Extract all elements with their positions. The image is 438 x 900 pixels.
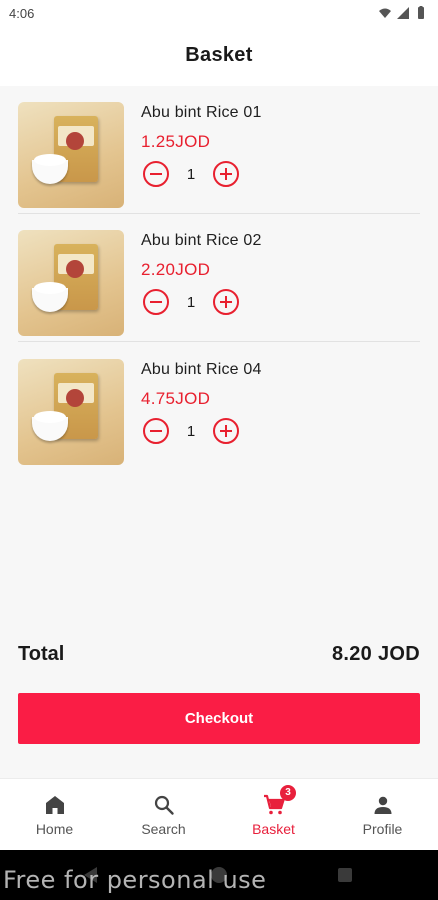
decrease-quantity-button[interactable] <box>143 418 169 444</box>
product-image[interactable] <box>18 230 124 336</box>
nav-label: Profile <box>362 821 403 837</box>
cart-item: Abu bint Rice 04 4.75JOD 1 <box>18 343 420 471</box>
battery-icon <box>414 6 428 20</box>
home-icon <box>46 796 64 814</box>
status-icons <box>378 6 428 20</box>
status-time: 4:06 <box>9 6 35 21</box>
nav-item-search[interactable]: Search <box>109 779 218 851</box>
item-price: 2.20JOD <box>141 260 211 279</box>
decrease-quantity-button[interactable] <box>143 161 169 187</box>
divider <box>18 341 420 342</box>
minus-icon <box>150 173 162 175</box>
search-icon <box>154 795 174 815</box>
quantity-stepper: 1 <box>141 160 251 188</box>
page-title: Basket <box>185 44 253 66</box>
increase-quantity-button[interactable] <box>213 418 239 444</box>
minus-icon <box>150 301 162 303</box>
item-price: 4.75JOD <box>141 389 211 408</box>
total-label: Total <box>18 643 65 665</box>
cart-count-badge: 3 <box>280 785 296 801</box>
product-image[interactable] <box>18 359 124 465</box>
nav-label: Home <box>35 821 74 837</box>
product-image[interactable] <box>18 102 124 208</box>
item-name: Abu bint Rice 02 <box>141 232 262 249</box>
recent-apps-icon[interactable] <box>338 868 352 882</box>
quantity-stepper: 1 <box>141 288 251 316</box>
cart-item: Abu bint Rice 01 1.25JOD 1 <box>18 86 420 214</box>
decrease-quantity-button[interactable] <box>143 289 169 315</box>
status-bar: 4:06 <box>0 0 438 28</box>
item-name: Abu bint Rice 04 <box>141 361 262 378</box>
quantity-value: 1 <box>186 423 196 440</box>
cart-item: Abu bint Rice 02 2.20JOD 1 <box>18 214 420 342</box>
item-name: Abu bint Rice 01 <box>141 104 262 121</box>
wifi-icon <box>378 6 392 20</box>
increase-quantity-button[interactable] <box>213 161 239 187</box>
total-value: 8.20 JOD <box>331 643 420 665</box>
person-icon <box>374 796 392 814</box>
checkout-button[interactable]: Checkout <box>18 693 420 744</box>
watermark: Free for personal use <box>3 866 267 894</box>
item-price: 1.25JOD <box>141 132 211 151</box>
nav-item-profile[interactable]: Profile <box>328 779 437 851</box>
quantity-stepper: 1 <box>141 417 251 445</box>
nav-label: Basket <box>252 821 295 837</box>
bottom-nav: Home Search 3 Basket Profile <box>0 778 438 850</box>
quantity-value: 1 <box>186 166 196 183</box>
nav-label: Search <box>141 821 186 837</box>
nav-item-home[interactable]: Home <box>0 779 109 851</box>
signal-icon <box>396 6 410 20</box>
minus-icon <box>150 430 162 432</box>
basket-list: Abu bint Rice 01 1.25JOD 1 Abu bint Rice… <box>0 86 438 778</box>
nav-item-basket[interactable]: 3 Basket <box>219 779 328 851</box>
app-header: Basket <box>0 28 438 86</box>
quantity-value: 1 <box>186 294 196 311</box>
increase-quantity-button[interactable] <box>213 289 239 315</box>
